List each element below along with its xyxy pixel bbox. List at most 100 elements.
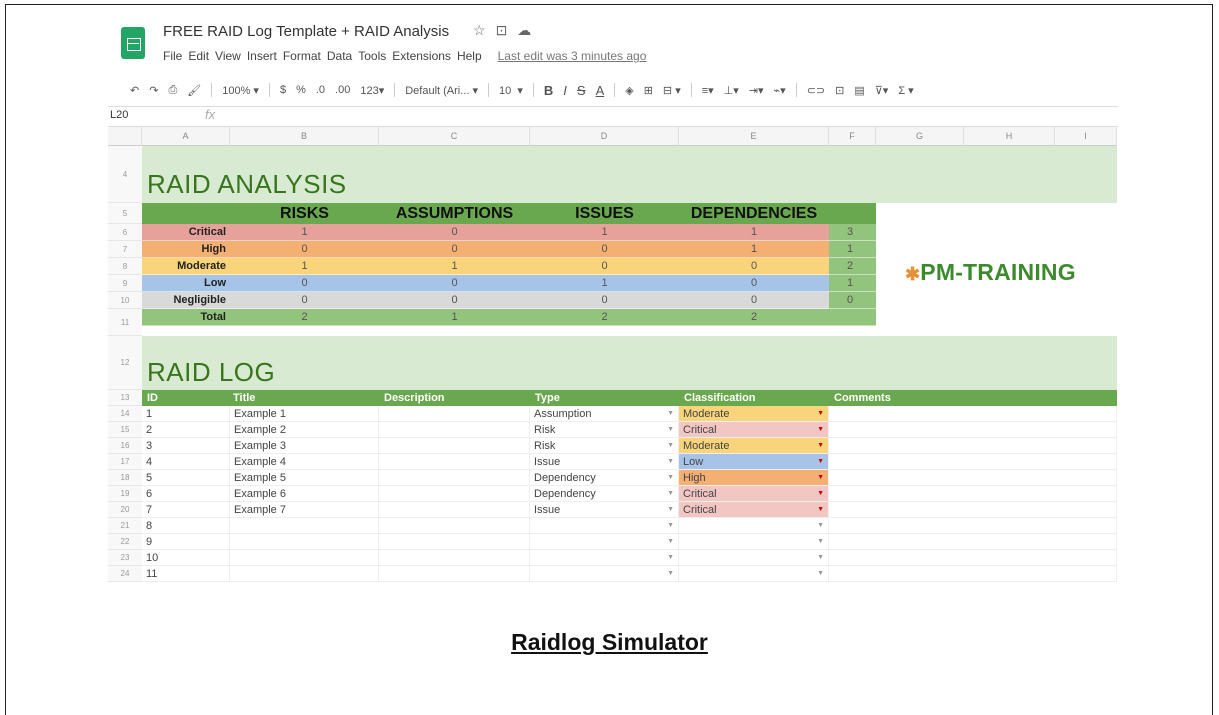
chevron-down-icon[interactable]: ▼ — [817, 458, 824, 465]
chevron-down-icon[interactable]: ▼ — [817, 426, 824, 433]
analysis-count-cell[interactable]: 0 — [379, 241, 530, 258]
log-comments-cell[interactable] — [829, 406, 1117, 422]
column-header-c[interactable]: C — [379, 127, 530, 146]
row-header[interactable]: 17 — [108, 454, 142, 470]
log-comments-cell[interactable] — [829, 550, 1117, 566]
chevron-down-icon[interactable]: ▼ — [817, 554, 824, 561]
log-comments-cell[interactable] — [829, 502, 1117, 518]
severity-total-cell[interactable] — [829, 309, 876, 326]
log-id-cell[interactable]: 8 — [142, 518, 230, 534]
log-classification-dropdown[interactable]: ▼ — [679, 534, 829, 550]
chevron-down-icon[interactable]: ▼ — [817, 522, 824, 529]
redo-icon[interactable]: ↷ — [149, 84, 158, 97]
log-title-cell[interactable]: Example 3 — [230, 438, 379, 454]
row-header[interactable]: 9 — [108, 275, 142, 292]
analysis-count-cell[interactable]: 0 — [679, 292, 829, 309]
column-header-b[interactable]: B — [230, 127, 379, 146]
log-description-cell[interactable] — [379, 534, 530, 550]
menu-item-extensions[interactable]: Extensions — [392, 49, 451, 63]
log-type-dropdown[interactable]: ▼ — [530, 566, 679, 582]
chevron-down-icon[interactable]: ▼ — [817, 490, 824, 497]
analysis-count-cell[interactable]: 0 — [379, 292, 530, 309]
log-title-cell[interactable] — [230, 518, 379, 534]
chevron-down-icon[interactable]: ▼ — [667, 522, 674, 529]
row-header[interactable]: 8 — [108, 258, 142, 275]
menu-item-edit[interactable]: Edit — [188, 49, 209, 63]
chevron-down-icon[interactable]: ▼ — [667, 570, 674, 577]
log-comments-cell[interactable] — [829, 422, 1117, 438]
log-id-cell[interactable]: 10 — [142, 550, 230, 566]
log-type-dropdown[interactable]: Issue ▼ — [530, 502, 679, 518]
analysis-count-cell[interactable]: 0 — [530, 258, 679, 275]
log-id-cell[interactable]: 9 — [142, 534, 230, 550]
log-title-cell[interactable]: Example 6 — [230, 486, 379, 502]
column-header-a[interactable]: A — [142, 127, 230, 146]
log-description-cell[interactable] — [379, 486, 530, 502]
log-type-dropdown[interactable]: Risk ▼ — [530, 422, 679, 438]
document-title[interactable]: FREE RAID Log Template + RAID Analysis — [163, 23, 449, 40]
log-classification-dropdown[interactable]: ▼ — [679, 518, 829, 534]
row-header[interactable]: 13 — [108, 390, 142, 406]
log-description-cell[interactable] — [379, 550, 530, 566]
chevron-down-icon[interactable]: ▼ — [667, 410, 674, 417]
analysis-count-cell[interactable]: 1 — [230, 258, 379, 275]
log-description-cell[interactable] — [379, 406, 530, 422]
menu-item-data[interactable]: Data — [327, 49, 352, 63]
analysis-count-cell[interactable]: 1 — [230, 224, 379, 241]
row-header[interactable]: 23 — [108, 550, 142, 566]
increase-decimal-button[interactable]: .00 — [335, 84, 350, 96]
decrease-decimal-button[interactable]: .0 — [316, 84, 325, 96]
log-comments-cell[interactable] — [829, 534, 1117, 550]
log-classification-dropdown[interactable]: High ▼ — [679, 470, 829, 486]
row-header[interactable]: 7 — [108, 241, 142, 258]
analysis-count-cell[interactable]: 0 — [379, 275, 530, 292]
menu-item-tools[interactable]: Tools — [358, 49, 386, 63]
log-title-cell[interactable] — [230, 534, 379, 550]
insert-comment-icon[interactable]: ⊡ — [835, 84, 844, 97]
analysis-count-cell[interactable]: 0 — [679, 258, 829, 275]
log-comments-cell[interactable] — [829, 470, 1117, 486]
analysis-count-cell[interactable]: 2 — [230, 309, 379, 326]
analysis-count-cell[interactable]: 1 — [379, 258, 530, 275]
menu-item-file[interactable]: File — [163, 49, 182, 63]
row-header[interactable]: 10 — [108, 292, 142, 309]
column-header-g[interactable]: G — [876, 127, 964, 146]
log-description-cell[interactable] — [379, 470, 530, 486]
row-header[interactable]: 24 — [108, 566, 142, 582]
menu-item-view[interactable]: View — [215, 49, 241, 63]
log-id-cell[interactable]: 7 — [142, 502, 230, 518]
sheets-logo-icon[interactable] — [121, 27, 145, 59]
log-id-cell[interactable]: 11 — [142, 566, 230, 582]
log-classification-dropdown[interactable]: Moderate ▼ — [679, 438, 829, 454]
log-type-dropdown[interactable]: ▼ — [530, 534, 679, 550]
chevron-down-icon[interactable]: ▼ — [817, 410, 824, 417]
chevron-down-icon[interactable]: ▼ — [667, 506, 674, 513]
log-classification-dropdown[interactable]: Low ▼ — [679, 454, 829, 470]
chevron-down-icon[interactable]: ▼ — [667, 442, 674, 449]
analysis-count-cell[interactable]: 1 — [679, 241, 829, 258]
log-type-dropdown[interactable]: ▼ — [530, 518, 679, 534]
column-header-h[interactable]: H — [964, 127, 1055, 146]
font-size-select[interactable]: 10 ▾ — [499, 84, 523, 97]
insert-chart-icon[interactable]: ▤ — [854, 84, 864, 97]
font-select[interactable]: Default (Ari... ▾ — [405, 84, 478, 97]
chevron-down-icon[interactable]: ▼ — [817, 538, 824, 545]
log-id-cell[interactable]: 3 — [142, 438, 230, 454]
analysis-count-cell[interactable]: 0 — [530, 292, 679, 309]
analysis-count-cell[interactable]: 0 — [230, 241, 379, 258]
chevron-down-icon[interactable]: ▼ — [667, 458, 674, 465]
log-description-cell[interactable] — [379, 454, 530, 470]
italic-button[interactable]: I — [563, 83, 567, 98]
log-comments-cell[interactable] — [829, 454, 1117, 470]
log-type-dropdown[interactable]: Assumption ▼ — [530, 406, 679, 422]
functions-icon[interactable]: Σ ▾ — [898, 84, 913, 97]
analysis-count-cell[interactable]: 1 — [679, 224, 829, 241]
row-header[interactable]: 14 — [108, 406, 142, 422]
log-title-cell[interactable]: Example 7 — [230, 502, 379, 518]
vertical-align-icon[interactable]: ⊥▾ — [724, 84, 739, 97]
row-header[interactable]: 21 — [108, 518, 142, 534]
log-title-cell[interactable]: Example 1 — [230, 406, 379, 422]
log-title-cell[interactable]: Example 5 — [230, 470, 379, 486]
log-id-cell[interactable]: 6 — [142, 486, 230, 502]
borders-icon[interactable]: ⊞ — [644, 84, 653, 97]
